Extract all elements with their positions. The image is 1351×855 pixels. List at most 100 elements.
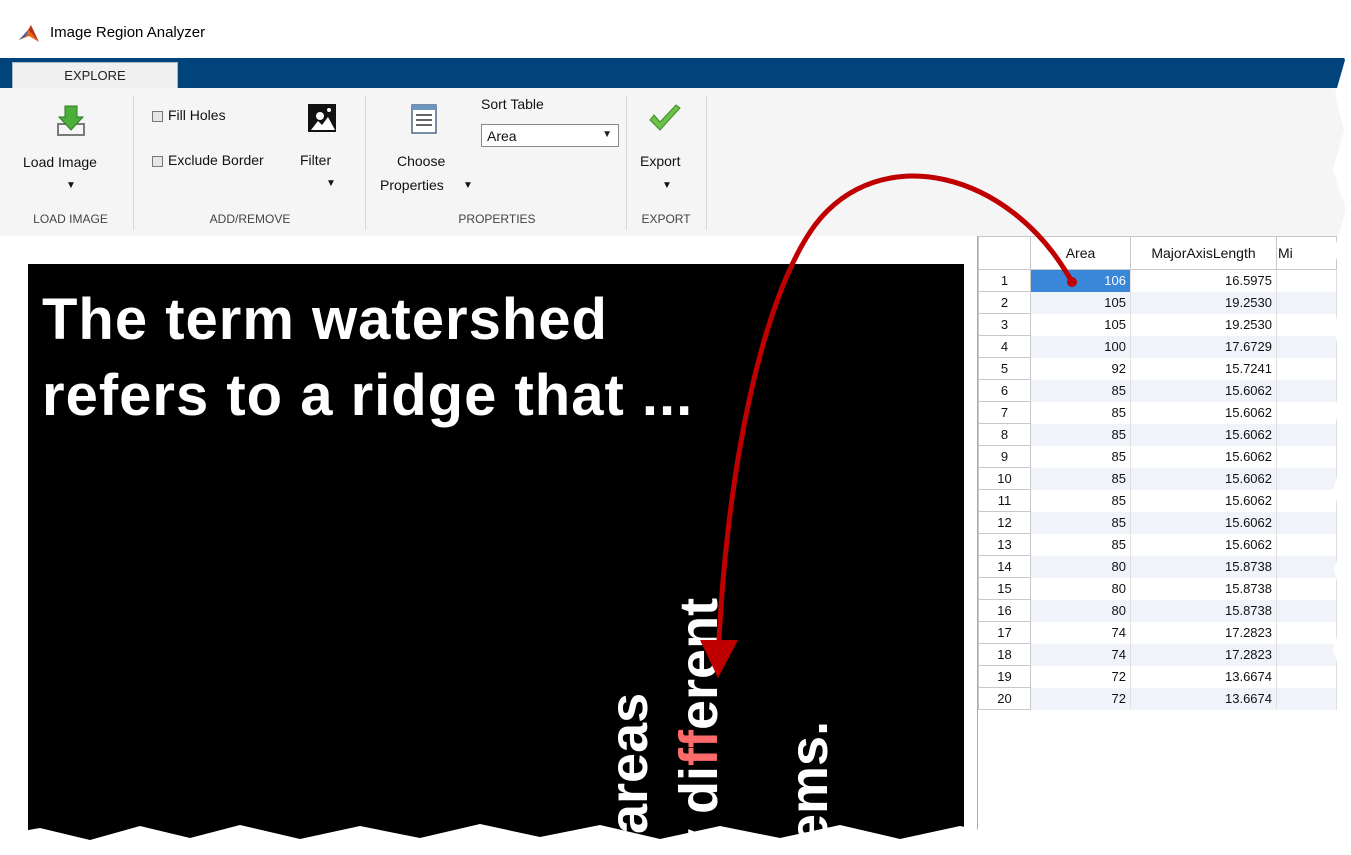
cell-area[interactable]: 85 [1030,401,1131,424]
cell-majoraxislength[interactable]: 15.6062 [1130,511,1277,534]
choose-properties-button[interactable]: Choose Properties ▼ [378,100,474,200]
cell-minor[interactable] [1276,445,1337,468]
cell-majoraxislength[interactable]: 15.6062 [1130,533,1277,556]
row-number: 5 [978,357,1031,380]
cell-minor[interactable] [1276,599,1337,622]
cell-area[interactable]: 80 [1030,599,1131,622]
export-button[interactable]: Export ▼ [636,100,698,200]
cell-minor[interactable] [1276,489,1337,512]
cell-area[interactable]: 85 [1030,533,1131,556]
cell-minor[interactable] [1276,335,1337,358]
table-row[interactable]: 3 105 19.2530 [978,313,1337,336]
table-row[interactable]: 2 105 19.2530 [978,291,1337,314]
cell-area[interactable]: 80 [1030,577,1131,600]
cell-majoraxislength[interactable]: 13.6674 [1130,687,1277,710]
table-row[interactable]: 5 92 15.7241 [978,357,1337,380]
table-row[interactable]: 12 85 15.6062 [978,511,1337,534]
cell-area[interactable]: 85 [1030,489,1131,512]
row-number: 20 [978,687,1031,710]
table-row[interactable]: 14 80 15.8738 [978,555,1337,578]
cell-minor[interactable] [1276,511,1337,534]
row-number: 3 [978,313,1031,336]
cell-minor[interactable] [1276,687,1337,710]
table-row[interactable]: 20 72 13.6674 [978,687,1337,710]
cell-majoraxislength[interactable]: 15.6062 [1130,489,1277,512]
cell-minor[interactable] [1276,621,1337,644]
sort-table-dropdown[interactable]: Area ▼ [481,124,619,147]
cell-majoraxislength[interactable]: 15.6062 [1130,379,1277,402]
cell-minor[interactable] [1276,379,1337,402]
fill-holes-checkbox[interactable] [152,111,163,122]
cell-minor[interactable] [1276,291,1337,314]
table-row[interactable]: 1 106 16.5975 [978,269,1337,292]
cell-area[interactable]: 100 [1030,335,1131,358]
table-row[interactable]: 6 85 15.6062 [978,379,1337,402]
table-row[interactable]: 9 85 15.6062 [978,445,1337,468]
cell-majoraxislength[interactable]: 15.6062 [1130,423,1277,446]
cell-area[interactable]: 80 [1030,555,1131,578]
cell-majoraxislength[interactable]: 17.2823 [1130,621,1277,644]
cell-majoraxislength[interactable]: 15.8738 [1130,555,1277,578]
cell-area[interactable]: 85 [1030,445,1131,468]
cell-area[interactable]: 105 [1030,291,1131,314]
image-text-vertical-3: ems. [779,720,839,844]
cell-majoraxislength[interactable]: 19.2530 [1130,313,1277,336]
column-header-majoraxislength[interactable]: MajorAxisLength [1130,236,1277,270]
cell-majoraxislength[interactable]: 17.6729 [1130,335,1277,358]
cell-majoraxislength[interactable]: 17.2823 [1130,643,1277,666]
cell-area[interactable]: 74 [1030,643,1131,666]
cell-area[interactable]: 74 [1030,621,1131,644]
cell-area[interactable]: 72 [1030,687,1131,710]
cell-majoraxislength[interactable]: 15.7241 [1130,357,1277,380]
table-row[interactable]: 18 74 17.2823 [978,643,1337,666]
window-title: Image Region Analyzer [50,24,206,41]
table-row[interactable]: 4 100 17.6729 [978,335,1337,358]
cell-majoraxislength[interactable]: 15.8738 [1130,577,1277,600]
region-properties-table[interactable]: Area MajorAxisLength Mi 1 106 16.5975 2 105 1… [977,236,1351,855]
column-header-minor[interactable]: Mi [1276,236,1337,270]
cell-area[interactable]: 106 [1030,269,1131,292]
image-text-vertical-1: areas [599,692,659,834]
cell-minor[interactable] [1276,401,1337,424]
table-row[interactable]: 17 74 17.2823 [978,621,1337,644]
cell-minor[interactable] [1276,313,1337,336]
table-row[interactable]: 8 85 15.6062 [978,423,1337,446]
cell-minor[interactable] [1276,269,1337,292]
cell-minor[interactable] [1276,467,1337,490]
cell-minor[interactable] [1276,555,1337,578]
table-row[interactable]: 16 80 15.8738 [978,599,1337,622]
cell-minor[interactable] [1276,357,1337,380]
column-header-area[interactable]: Area [1030,236,1131,270]
cell-area[interactable]: 72 [1030,665,1131,688]
cell-minor[interactable] [1276,665,1337,688]
cell-majoraxislength[interactable]: 19.2530 [1130,291,1277,314]
cell-majoraxislength[interactable]: 15.8738 [1130,599,1277,622]
cell-minor[interactable] [1276,423,1337,446]
image-display[interactable]: The term watershed refers to a ridge tha… [28,264,964,855]
table-row[interactable]: 15 80 15.8738 [978,577,1337,600]
load-image-button[interactable]: Load Image ▼ [20,100,128,200]
cell-minor[interactable] [1276,533,1337,556]
cell-area[interactable]: 85 [1030,511,1131,534]
cell-area[interactable]: 105 [1030,313,1131,336]
cell-majoraxislength[interactable]: 13.6674 [1130,665,1277,688]
row-number: 12 [978,511,1031,534]
cell-area[interactable]: 85 [1030,379,1131,402]
cell-minor[interactable] [1276,577,1337,600]
cell-majoraxislength[interactable]: 15.6062 [1130,445,1277,468]
table-row[interactable]: 11 85 15.6062 [978,489,1337,512]
cell-minor[interactable] [1276,643,1337,666]
table-row[interactable]: 13 85 15.6062 [978,533,1337,556]
table-row[interactable]: 7 85 15.6062 [978,401,1337,424]
filter-button[interactable]: Filter ▼ [300,100,360,195]
table-row[interactable]: 10 85 15.6062 [978,467,1337,490]
exclude-border-checkbox[interactable] [152,156,163,167]
cell-majoraxislength[interactable]: 16.5975 [1130,269,1277,292]
cell-area[interactable]: 85 [1030,423,1131,446]
cell-majoraxislength[interactable]: 15.6062 [1130,467,1277,490]
cell-area[interactable]: 85 [1030,467,1131,490]
table-row[interactable]: 19 72 13.6674 [978,665,1337,688]
cell-area[interactable]: 92 [1030,357,1131,380]
cell-majoraxislength[interactable]: 15.6062 [1130,401,1277,424]
tab-explore[interactable]: EXPLORE [12,62,178,89]
